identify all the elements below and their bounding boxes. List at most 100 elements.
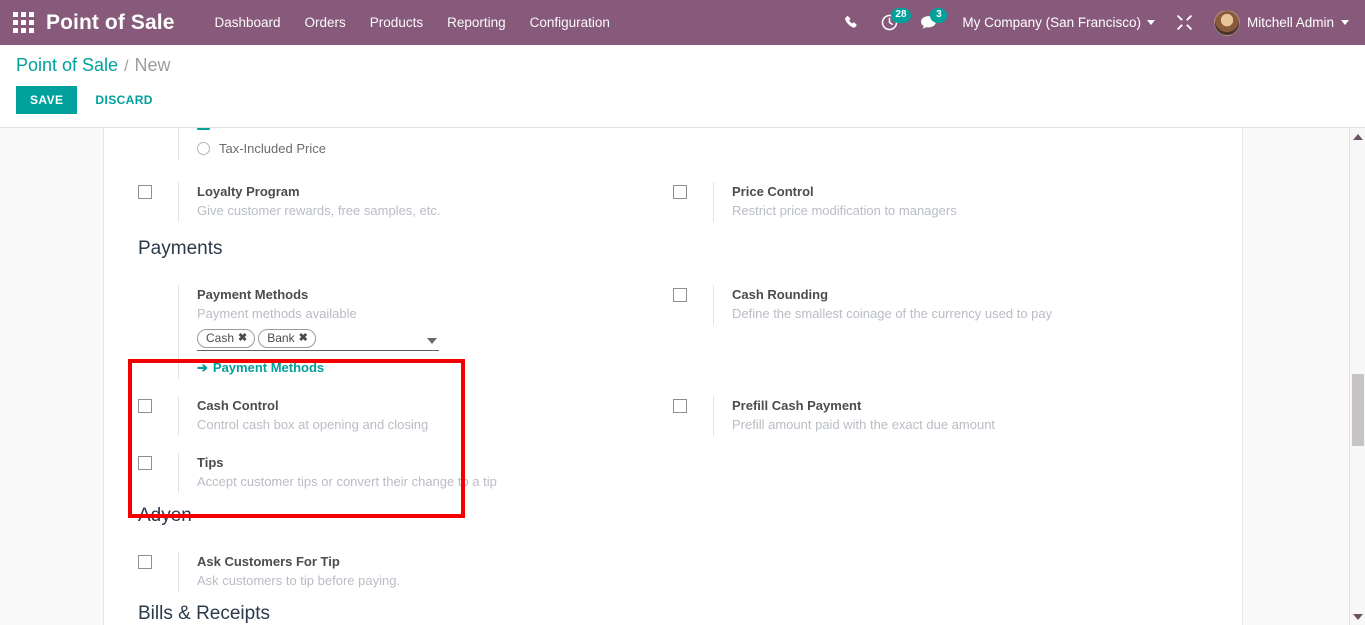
activity-count-badge: 28 (891, 8, 911, 23)
tag-bank-remove-icon[interactable]: ✖ (299, 332, 308, 344)
activity-menu-button[interactable]: 28 (870, 0, 911, 45)
breadcrumb: Point of Sale / New (0, 55, 1365, 76)
price-control-checkbox[interactable] (673, 185, 687, 199)
chevron-down-icon[interactable] (427, 337, 437, 344)
loyalty-program-checkbox[interactable] (138, 185, 152, 199)
app-brand-title[interactable]: Point of Sale (46, 11, 174, 35)
tax-options: Tax-Included Price (178, 128, 665, 160)
section-title-adyen: Adyen (138, 505, 192, 526)
settings-sheet-inner: Tax-Included Price Loyalty Program Give … (104, 128, 1242, 625)
control-panel-buttons: SAVE DISCARD (0, 86, 1365, 114)
payment-methods-link-label: Payment Methods (212, 360, 325, 375)
chevron-down-icon (1146, 20, 1155, 25)
row-payment-methods: Payment Methods Payment methods availabl… (138, 285, 1208, 379)
payment-methods-input[interactable]: Cash ✖ Bank ✖ (197, 329, 439, 351)
price-control-text: Price Control Restrict price modificatio… (713, 182, 1208, 222)
radio-tax-included-label: Tax-Included Price (219, 141, 326, 156)
col-right-prefill-cash: Prefill Cash Payment Prefill amount paid… (673, 396, 1208, 436)
setting-payment-methods: Payment Methods Payment methods availabl… (138, 285, 665, 379)
price-control-label: Price Control (732, 184, 814, 199)
cash-control-help: Control cash box at opening and closing (197, 417, 429, 432)
ask-tip-checkbox-col (138, 552, 178, 569)
row-cash-control: Cash Control Control cash box at opening… (138, 396, 1208, 436)
payment-methods-help: Payment methods available (197, 306, 357, 321)
cash-control-checkbox-col (138, 396, 178, 413)
apps-grid-icon (12, 12, 34, 33)
col-right-tax-empty (673, 128, 1208, 160)
bug-tools-icon (1177, 15, 1192, 30)
col-left-ask-tip: Ask Customers For Tip Ask customers to t… (138, 552, 673, 592)
col-left-payment-methods: Payment Methods Payment methods availabl… (138, 285, 673, 379)
scroll-up-button[interactable] (1350, 128, 1365, 145)
tips-checkbox[interactable] (138, 456, 152, 470)
cash-control-checkbox[interactable] (138, 399, 152, 413)
setting-prefill-cash-payment[interactable]: Prefill Cash Payment Prefill amount paid… (673, 396, 1208, 436)
user-name-label: Mitchell Admin (1246, 15, 1334, 30)
payment-methods-internal-link[interactable]: ➔ Payment Methods (197, 360, 324, 375)
breadcrumb-root-link[interactable]: Point of Sale (16, 55, 118, 76)
loyalty-text: Loyalty Program Give customer rewards, f… (178, 182, 665, 222)
setting-price-control[interactable]: Price Control Restrict price modificatio… (673, 182, 1208, 222)
menu-item-orders[interactable]: Orders (305, 15, 346, 30)
tag-cash[interactable]: Cash ✖ (197, 329, 256, 348)
debug-tools-button[interactable] (1165, 0, 1204, 45)
company-switcher[interactable]: My Company (San Francisco) (948, 0, 1165, 45)
ask-customers-for-tip-checkbox[interactable] (138, 555, 152, 569)
setting-ask-customers-for-tip[interactable]: Ask Customers For Tip Ask customers to t… (138, 552, 665, 592)
scrollbar-thumb[interactable] (1352, 374, 1364, 446)
setting-tips[interactable]: Tips Accept customer tips or convert the… (138, 453, 665, 493)
vertical-scrollbar[interactable] (1349, 128, 1365, 625)
radio-tax-included[interactable] (197, 142, 210, 155)
top-navbar: Point of Sale Dashboard Orders Products … (0, 0, 1365, 45)
row-tax-included: Tax-Included Price (138, 128, 1208, 160)
radio-tax-included-row: Tax-Included Price (197, 139, 665, 158)
scroll-down-arrow-icon (1353, 613, 1363, 620)
section-title-payments: Payments (138, 238, 223, 259)
section-title-bills-receipts: Bills & Receipts (138, 603, 270, 624)
main-menu: Dashboard Orders Products Reporting Conf… (214, 15, 609, 30)
loyalty-program-label: Loyalty Program (197, 184, 300, 199)
menu-item-products[interactable]: Products (370, 15, 423, 30)
price-control-checkbox-col (673, 182, 713, 199)
arrow-right-icon: ➔ (197, 360, 208, 375)
row-loyalty-price: Loyalty Program Give customer rewards, f… (138, 182, 1208, 222)
cash-control-text: Cash Control Control cash box at opening… (178, 396, 665, 436)
col-right-ask-tip-empty (673, 552, 1208, 592)
scroll-down-button[interactable] (1350, 608, 1365, 625)
payment-methods-spacer (138, 285, 178, 288)
tips-label: Tips (197, 455, 224, 470)
col-right-tips-empty (673, 453, 1208, 493)
tag-bank[interactable]: Bank ✖ (258, 329, 316, 348)
prefill-cash-payment-checkbox[interactable] (673, 399, 687, 413)
control-panel: Point of Sale / New SAVE DISCARD (0, 45, 1365, 128)
messages-count-badge: 3 (930, 8, 948, 23)
cash-rounding-help: Define the smallest coinage of the curre… (732, 306, 1053, 321)
cash-rounding-checkbox[interactable] (673, 288, 687, 302)
loyalty-program-help: Give customer rewards, free samples, etc… (197, 203, 441, 218)
save-button[interactable]: SAVE (16, 86, 78, 114)
setting-cash-rounding[interactable]: Cash Rounding Define the smallest coinag… (673, 285, 1208, 325)
tag-cash-remove-icon[interactable]: ✖ (238, 332, 247, 344)
discard-button[interactable]: DISCARD (85, 86, 162, 114)
cash-rounding-text: Cash Rounding Define the smallest coinag… (713, 285, 1208, 325)
breadcrumb-separator: / (124, 58, 129, 75)
setting-tax-group: Tax-Included Price (138, 128, 665, 160)
ask-tip-text: Ask Customers For Tip Ask customers to t… (178, 552, 665, 592)
company-name-label: My Company (San Francisco) (962, 15, 1141, 30)
menu-item-reporting[interactable]: Reporting (447, 15, 506, 30)
setting-cash-control[interactable]: Cash Control Control cash box at opening… (138, 396, 665, 436)
voip-phone-button[interactable] (833, 0, 870, 45)
messaging-menu-button[interactable]: 3 (909, 0, 948, 45)
chevron-down-icon (1341, 20, 1349, 25)
apps-menu-toggle[interactable] (0, 0, 46, 45)
radio-tax-excluded-row (197, 128, 665, 130)
menu-item-dashboard[interactable]: Dashboard (214, 15, 280, 30)
ask-customers-for-tip-help: Ask customers to tip before paying. (197, 573, 401, 588)
phone-icon (845, 16, 858, 28)
menu-item-configuration[interactable]: Configuration (530, 15, 610, 30)
setting-loyalty-program[interactable]: Loyalty Program Give customer rewards, f… (138, 182, 665, 222)
radio-tax-excluded[interactable] (197, 128, 210, 130)
payment-methods-label: Payment Methods (197, 287, 309, 302)
scroll-up-arrow-icon (1353, 133, 1363, 140)
user-menu[interactable]: Mitchell Admin (1204, 0, 1351, 45)
